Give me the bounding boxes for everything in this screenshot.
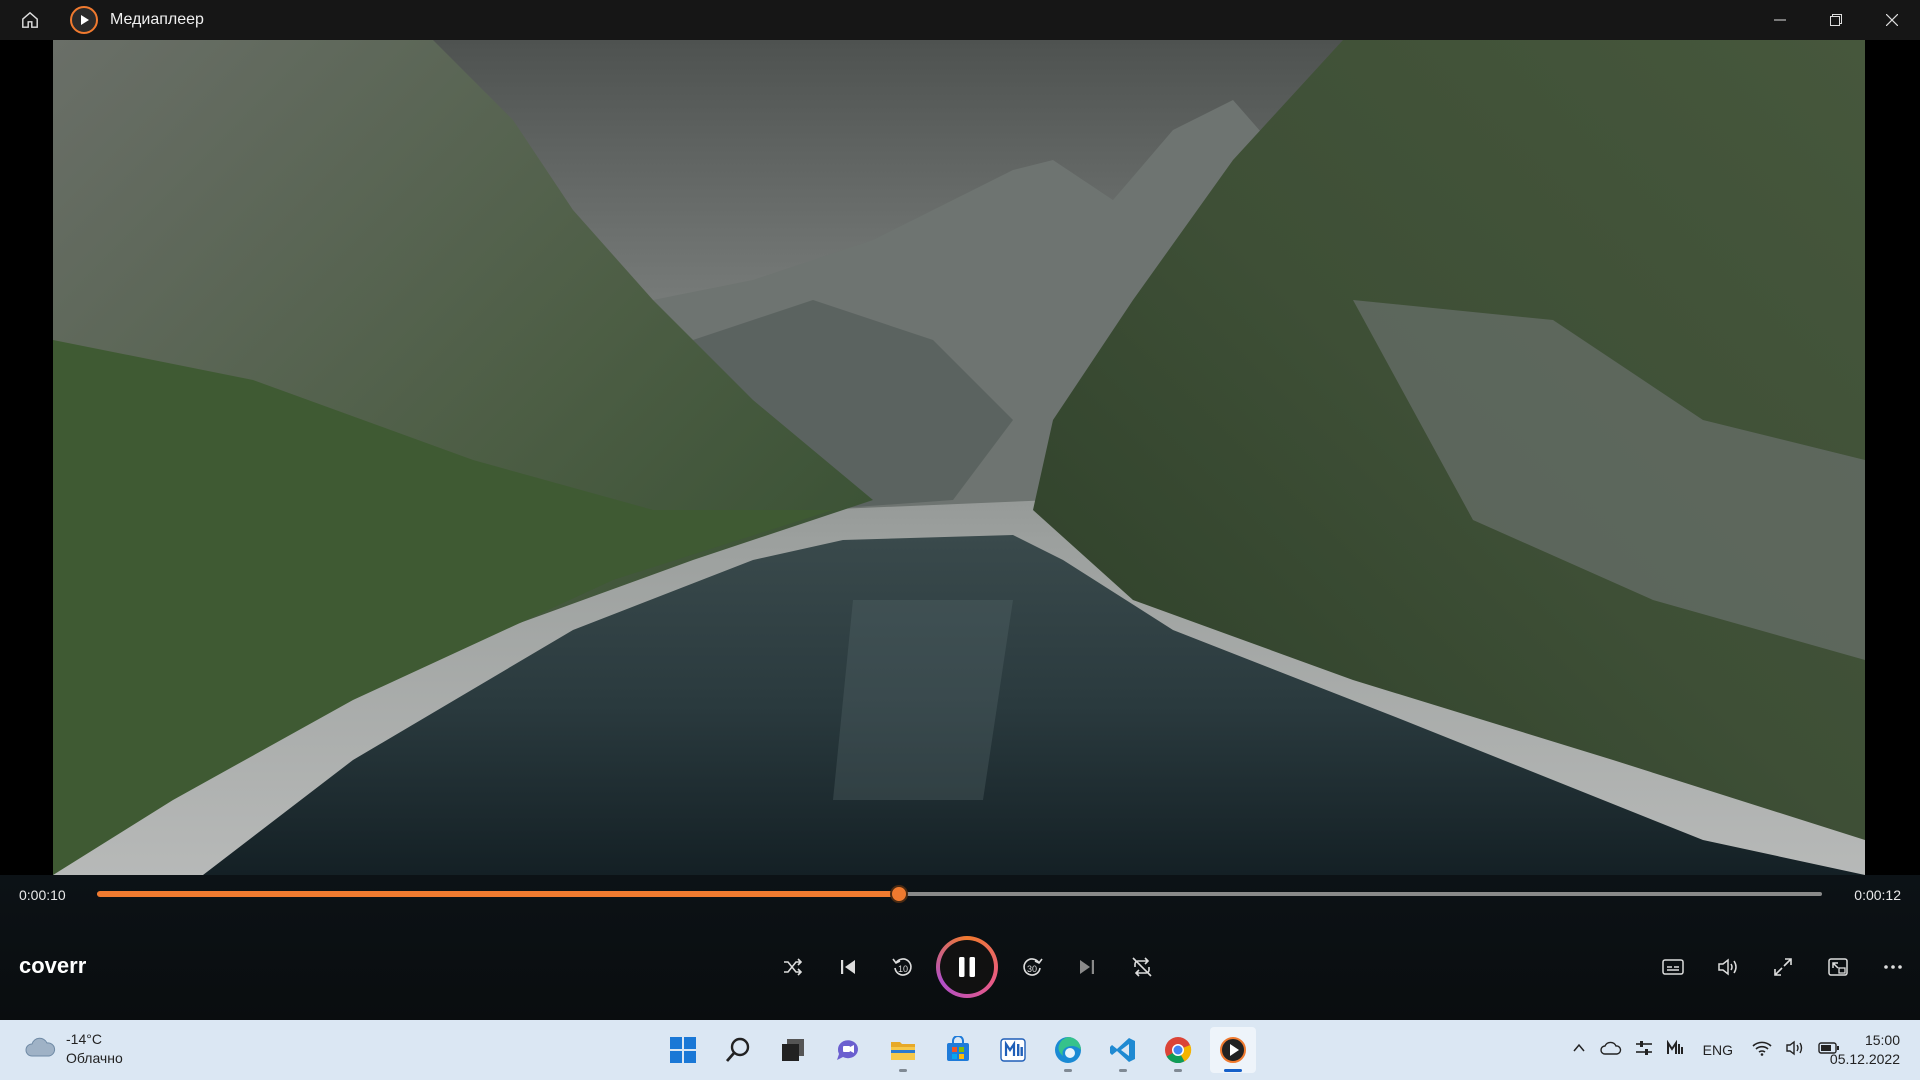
minimize-icon[interactable]	[1752, 0, 1808, 40]
rewind-10-icon[interactable]: 10	[875, 935, 930, 999]
secondary-controls	[1645, 935, 1920, 999]
seek-thumb[interactable]	[890, 885, 909, 903]
clock-date: 05.12.2022	[1829, 1051, 1900, 1067]
app-tray-icon[interactable]	[1666, 1039, 1684, 1061]
cloud-icon	[24, 1036, 56, 1063]
wifi-icon[interactable]	[1752, 1040, 1772, 1061]
search-icon[interactable]	[715, 1027, 761, 1073]
forward-30-icon[interactable]: 30	[1004, 935, 1059, 999]
weather-widget[interactable]: -14°C Облачно	[24, 1030, 123, 1068]
close-icon[interactable]	[1864, 0, 1920, 40]
task-view-icon[interactable]	[770, 1027, 816, 1073]
settings-sliders-icon[interactable]	[1635, 1040, 1653, 1061]
playback-controls: 10 30	[765, 935, 1169, 999]
media-player-taskbar-icon[interactable]	[1210, 1027, 1256, 1073]
video-frame[interactable]	[53, 40, 1865, 875]
weather-condition: Облачно	[66, 1050, 123, 1066]
speaker-icon[interactable]	[1785, 1040, 1805, 1061]
pause-button[interactable]	[936, 936, 998, 998]
shuffle-icon[interactable]	[765, 935, 820, 999]
fullscreen-icon[interactable]	[1755, 935, 1810, 999]
subtitles-icon[interactable]	[1645, 935, 1700, 999]
chat-icon[interactable]	[825, 1027, 871, 1073]
system-tray: ENG	[1571, 1038, 1840, 1062]
more-icon[interactable]	[1865, 935, 1920, 999]
edge-icon[interactable]	[1045, 1027, 1091, 1073]
pause-icon	[940, 940, 994, 994]
taskbar: -14°C Облачно ENG 15:00 05.12.2022	[0, 1020, 1920, 1080]
running-indicator	[1064, 1069, 1072, 1072]
media-player-icon	[70, 6, 98, 34]
previous-icon[interactable]	[820, 935, 875, 999]
running-indicator	[1174, 1069, 1182, 1072]
file-explorer-icon[interactable]	[880, 1027, 926, 1073]
seek-bar[interactable]	[97, 885, 1822, 903]
clock-time: 15:00	[1864, 1032, 1900, 1048]
title-bar: Медиаплеер	[0, 0, 1920, 40]
chrome-icon[interactable]	[1155, 1027, 1201, 1073]
running-indicator	[899, 1069, 907, 1072]
window-title: Медиаплеер	[110, 11, 204, 28]
next-icon[interactable]	[1059, 935, 1114, 999]
current-time: 0:00:10	[19, 887, 66, 903]
media-title: coverr	[19, 953, 87, 978]
home-icon[interactable]	[10, 0, 50, 40]
taskbar-apps	[660, 1027, 1256, 1073]
onedrive-icon[interactable]	[1599, 1041, 1622, 1060]
restore-icon[interactable]	[1808, 0, 1864, 40]
total-time: 0:00:12	[1854, 887, 1901, 903]
seek-fill	[97, 891, 900, 897]
vscode-icon[interactable]	[1100, 1027, 1146, 1073]
svg-text:30: 30	[1026, 964, 1036, 974]
mini-player-icon[interactable]	[1810, 935, 1865, 999]
weather-temp: -14°C	[66, 1031, 102, 1047]
language-indicator[interactable]: ENG	[1703, 1042, 1733, 1058]
active-indicator	[1224, 1069, 1242, 1072]
windows-start-icon[interactable]	[660, 1027, 706, 1073]
repeat-off-icon[interactable]	[1114, 935, 1169, 999]
microsoft-store-icon[interactable]	[935, 1027, 981, 1073]
svg-text:10: 10	[897, 964, 907, 974]
clock[interactable]: 15:00 05.12.2022	[1830, 1031, 1900, 1069]
running-indicator	[1119, 1069, 1127, 1072]
volume-icon[interactable]	[1700, 935, 1755, 999]
chevron-up-icon[interactable]	[1571, 1040, 1587, 1061]
app-icon[interactable]	[990, 1027, 1036, 1073]
